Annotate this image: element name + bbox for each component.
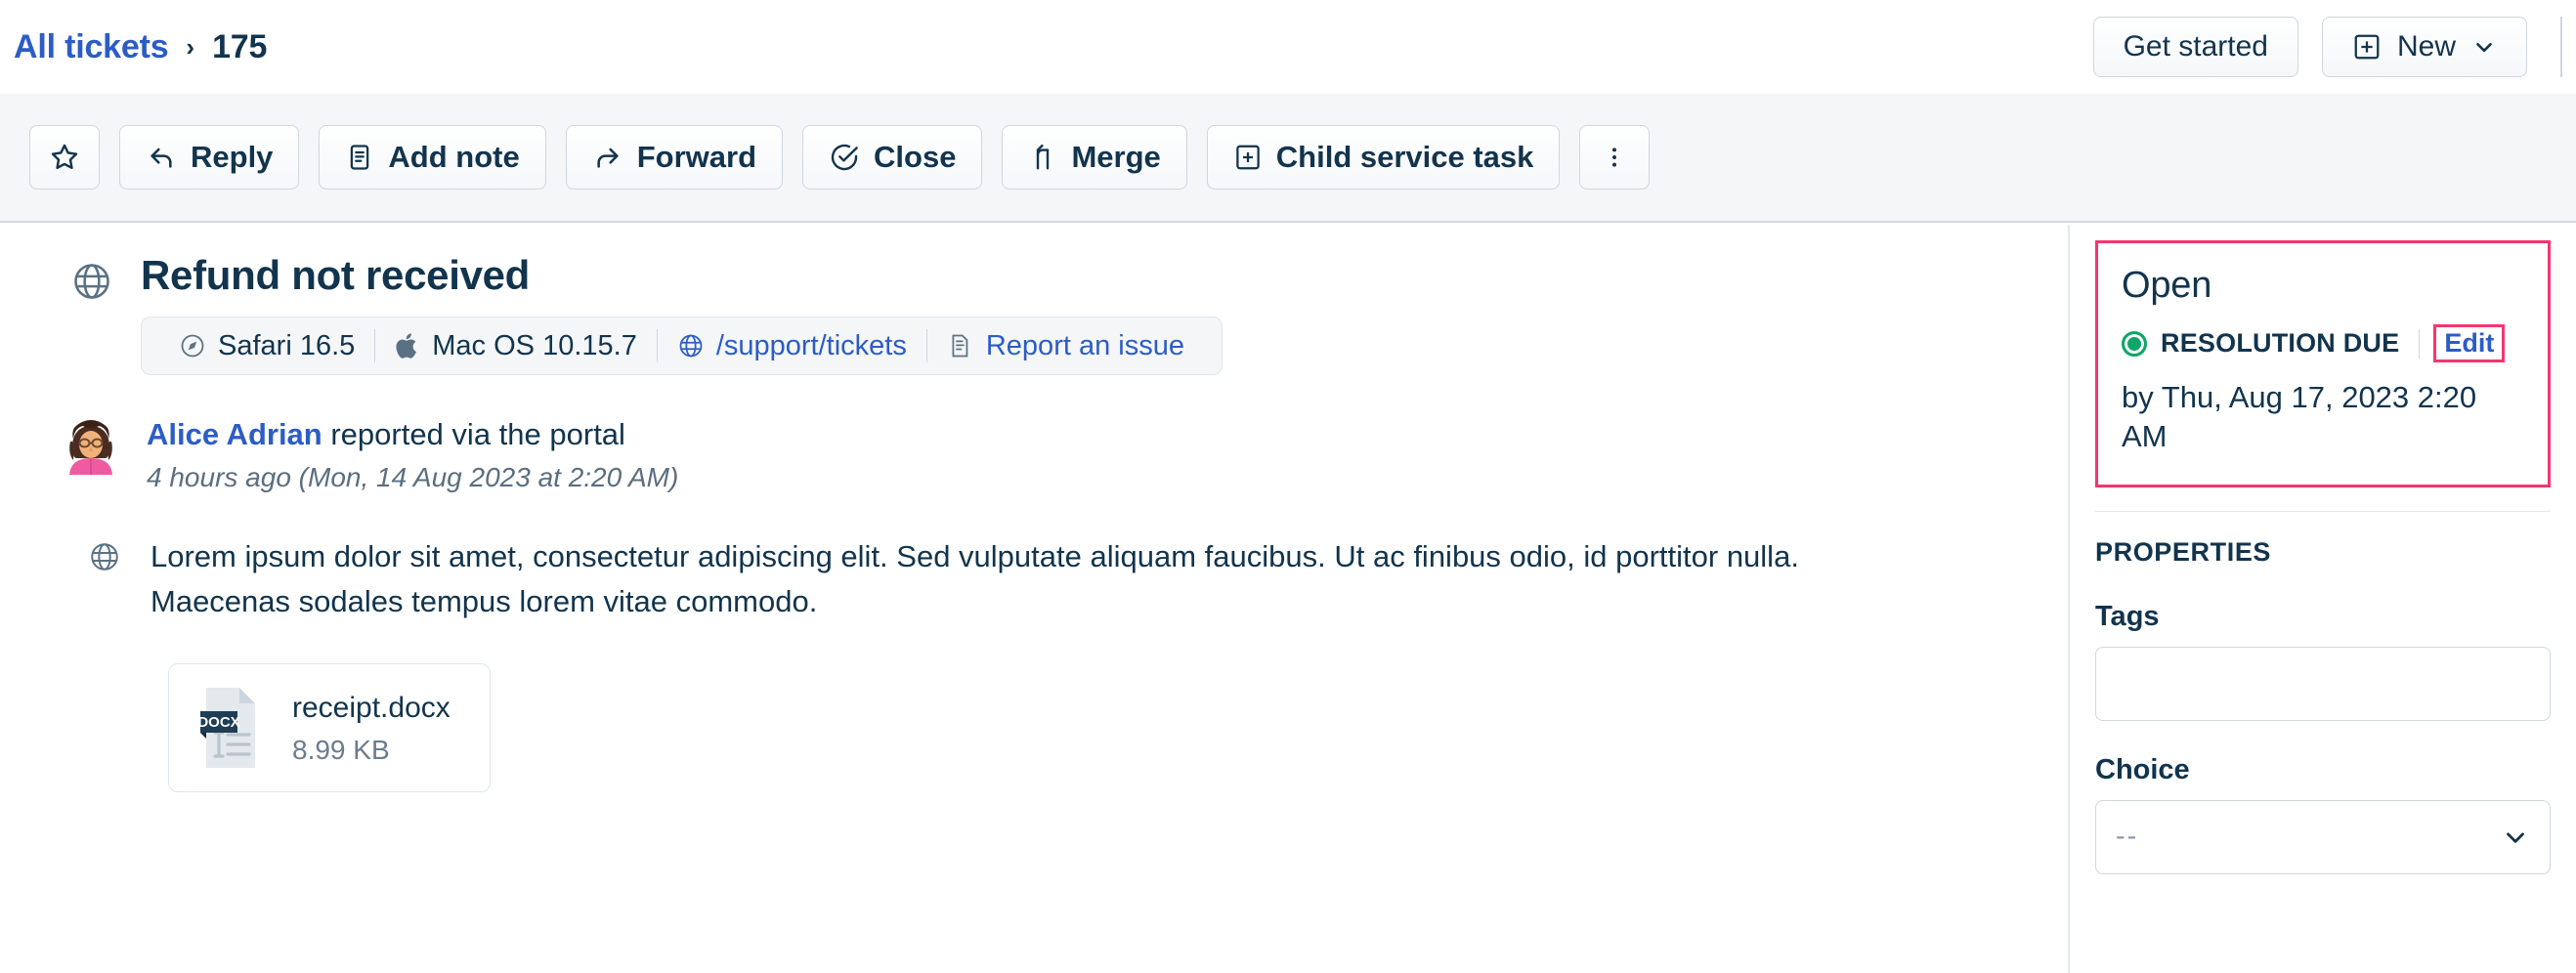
author-timestamp: 4 hours ago (Mon, 14 Aug 2023 at 2:20 AM…	[147, 462, 679, 493]
meta-os: Mac OS 10.15.7	[375, 330, 657, 362]
ticket-status-label: Open	[2122, 265, 2212, 306]
meta-browser: Safari 16.5	[159, 330, 374, 362]
close-label: Close	[874, 140, 957, 174]
reply-label: Reply	[191, 140, 274, 174]
chevron-down-icon	[2471, 34, 2497, 60]
forward-arrow-icon	[592, 142, 623, 173]
note-document-icon	[345, 143, 374, 172]
top-bar: All tickets › 175 Get started New	[0, 0, 2576, 94]
choice-select[interactable]: --	[2095, 799, 2551, 874]
globe-icon	[70, 260, 113, 303]
ticket-header: Refund not received Safari 16.5 Mac OS 1…	[0, 225, 2068, 376]
sla-row: RESOLUTION DUE Edit	[2122, 324, 2524, 362]
chevron-down-icon	[2501, 823, 2530, 852]
add-note-label: Add note	[388, 140, 520, 174]
breadcrumb-current-ticket-id: 175	[212, 27, 268, 65]
child-service-task-label: Child service task	[1275, 140, 1534, 174]
safari-compass-icon	[179, 332, 206, 360]
merge-label: Merge	[1071, 140, 1161, 174]
ticket-properties-sidebar: Open RESOLUTION DUE Edit by Thu, Aug 17,…	[2068, 225, 2576, 973]
forward-button[interactable]: Forward	[565, 125, 784, 190]
breadcrumb: All tickets › 175	[14, 28, 267, 66]
merge-button[interactable]: Merge	[1002, 125, 1187, 190]
properties-section-title: PROPERTIES	[2095, 536, 2272, 567]
author-action-label: reported via the portal	[330, 417, 625, 452]
more-actions-button[interactable]	[1579, 125, 1651, 190]
meta-page-url-link[interactable]: /support/tickets	[658, 330, 926, 362]
meta-os-label: Mac OS 10.15.7	[432, 329, 637, 361]
report-document-icon	[947, 332, 974, 360]
ticket-title: Refund not received	[141, 252, 531, 298]
attachment-file-size: 8.99 KB	[292, 734, 390, 765]
breadcrumb-separator-icon: ›	[186, 32, 195, 62]
field-choice: Choice --	[2095, 754, 2551, 874]
choice-selected-value: --	[2116, 821, 2139, 853]
status-indicator-dot	[2122, 330, 2147, 357]
top-bar-actions: Get started New	[2092, 0, 2576, 94]
attachment-area: DOCX receipt.docx 8.99 KB	[0, 624, 2068, 792]
resolution-due-datetime: by Thu, Aug 17, 2023 2:20 AM	[2122, 380, 2477, 454]
avatar	[61, 414, 121, 476]
check-circle-icon	[829, 142, 860, 173]
choice-label: Choice	[2095, 753, 2190, 785]
globe-icon	[88, 540, 121, 573]
docx-badge-text: DOCX	[197, 714, 239, 731]
get-started-label: Get started	[2123, 30, 2268, 63]
message-body-row: Lorem ipsum dolor sit amet, consectetur …	[0, 493, 2068, 624]
attachment-card[interactable]: DOCX receipt.docx 8.99 KB	[168, 662, 491, 792]
get-started-button[interactable]: Get started	[2092, 17, 2298, 77]
meta-page-url-label: /support/tickets	[715, 329, 907, 361]
tags-input[interactable]	[2095, 646, 2551, 721]
resolution-due-label: RESOLUTION DUE	[2161, 328, 2400, 358]
reply-button[interactable]: Reply	[119, 125, 300, 190]
add-note-button[interactable]: Add note	[319, 125, 546, 190]
kebab-menu-icon	[1601, 144, 1628, 171]
apple-logo-icon	[395, 331, 420, 360]
report-an-issue-link[interactable]: Report an issue	[927, 330, 1204, 362]
author-text: Alice Adrian reported via the portal 4 h…	[147, 414, 678, 493]
ticket-meta-bar: Safari 16.5 Mac OS 10.15.7 /support/tick…	[141, 317, 1223, 376]
message-body-text: Lorem ipsum dolor sit amet, consectetur …	[150, 539, 1799, 618]
breadcrumb-all-tickets-link[interactable]: All tickets	[14, 28, 169, 66]
child-service-task-button[interactable]: Child service task	[1206, 125, 1561, 190]
globe-icon	[677, 332, 705, 360]
author-row: Alice Adrian reported via the portal 4 h…	[0, 375, 2068, 493]
merge-branch-icon	[1028, 143, 1057, 172]
new-label: New	[2396, 30, 2456, 63]
action-toolbar: Reply Add note Forward Close Merge Child…	[0, 94, 2576, 223]
reply-arrow-icon	[146, 142, 177, 173]
sidebar-divider	[2095, 510, 2551, 512]
plus-box-icon	[1233, 143, 1263, 172]
sla-separator	[2419, 328, 2421, 359]
tags-label: Tags	[2095, 600, 2160, 632]
edit-resolution-due-link[interactable]: Edit	[2433, 324, 2506, 362]
star-icon	[48, 141, 81, 174]
plus-box-icon	[2352, 32, 2382, 62]
star-button[interactable]	[29, 125, 100, 190]
author-name-link[interactable]: Alice Adrian	[147, 417, 322, 451]
ticket-main-panel: Refund not received Safari 16.5 Mac OS 1…	[0, 225, 2068, 973]
forward-label: Forward	[636, 140, 757, 174]
close-button[interactable]: Close	[802, 125, 983, 190]
top-bar-divider	[2560, 17, 2562, 77]
status-card: Open RESOLUTION DUE Edit by Thu, Aug 17,…	[2095, 240, 2551, 487]
new-button[interactable]: New	[2321, 17, 2527, 77]
attachment-file-name: receipt.docx	[292, 692, 451, 725]
field-tags: Tags	[2095, 601, 2551, 721]
docx-file-icon: DOCX	[194, 686, 267, 770]
report-an-issue-label: Report an issue	[985, 329, 1184, 361]
meta-browser-label: Safari 16.5	[218, 329, 356, 361]
